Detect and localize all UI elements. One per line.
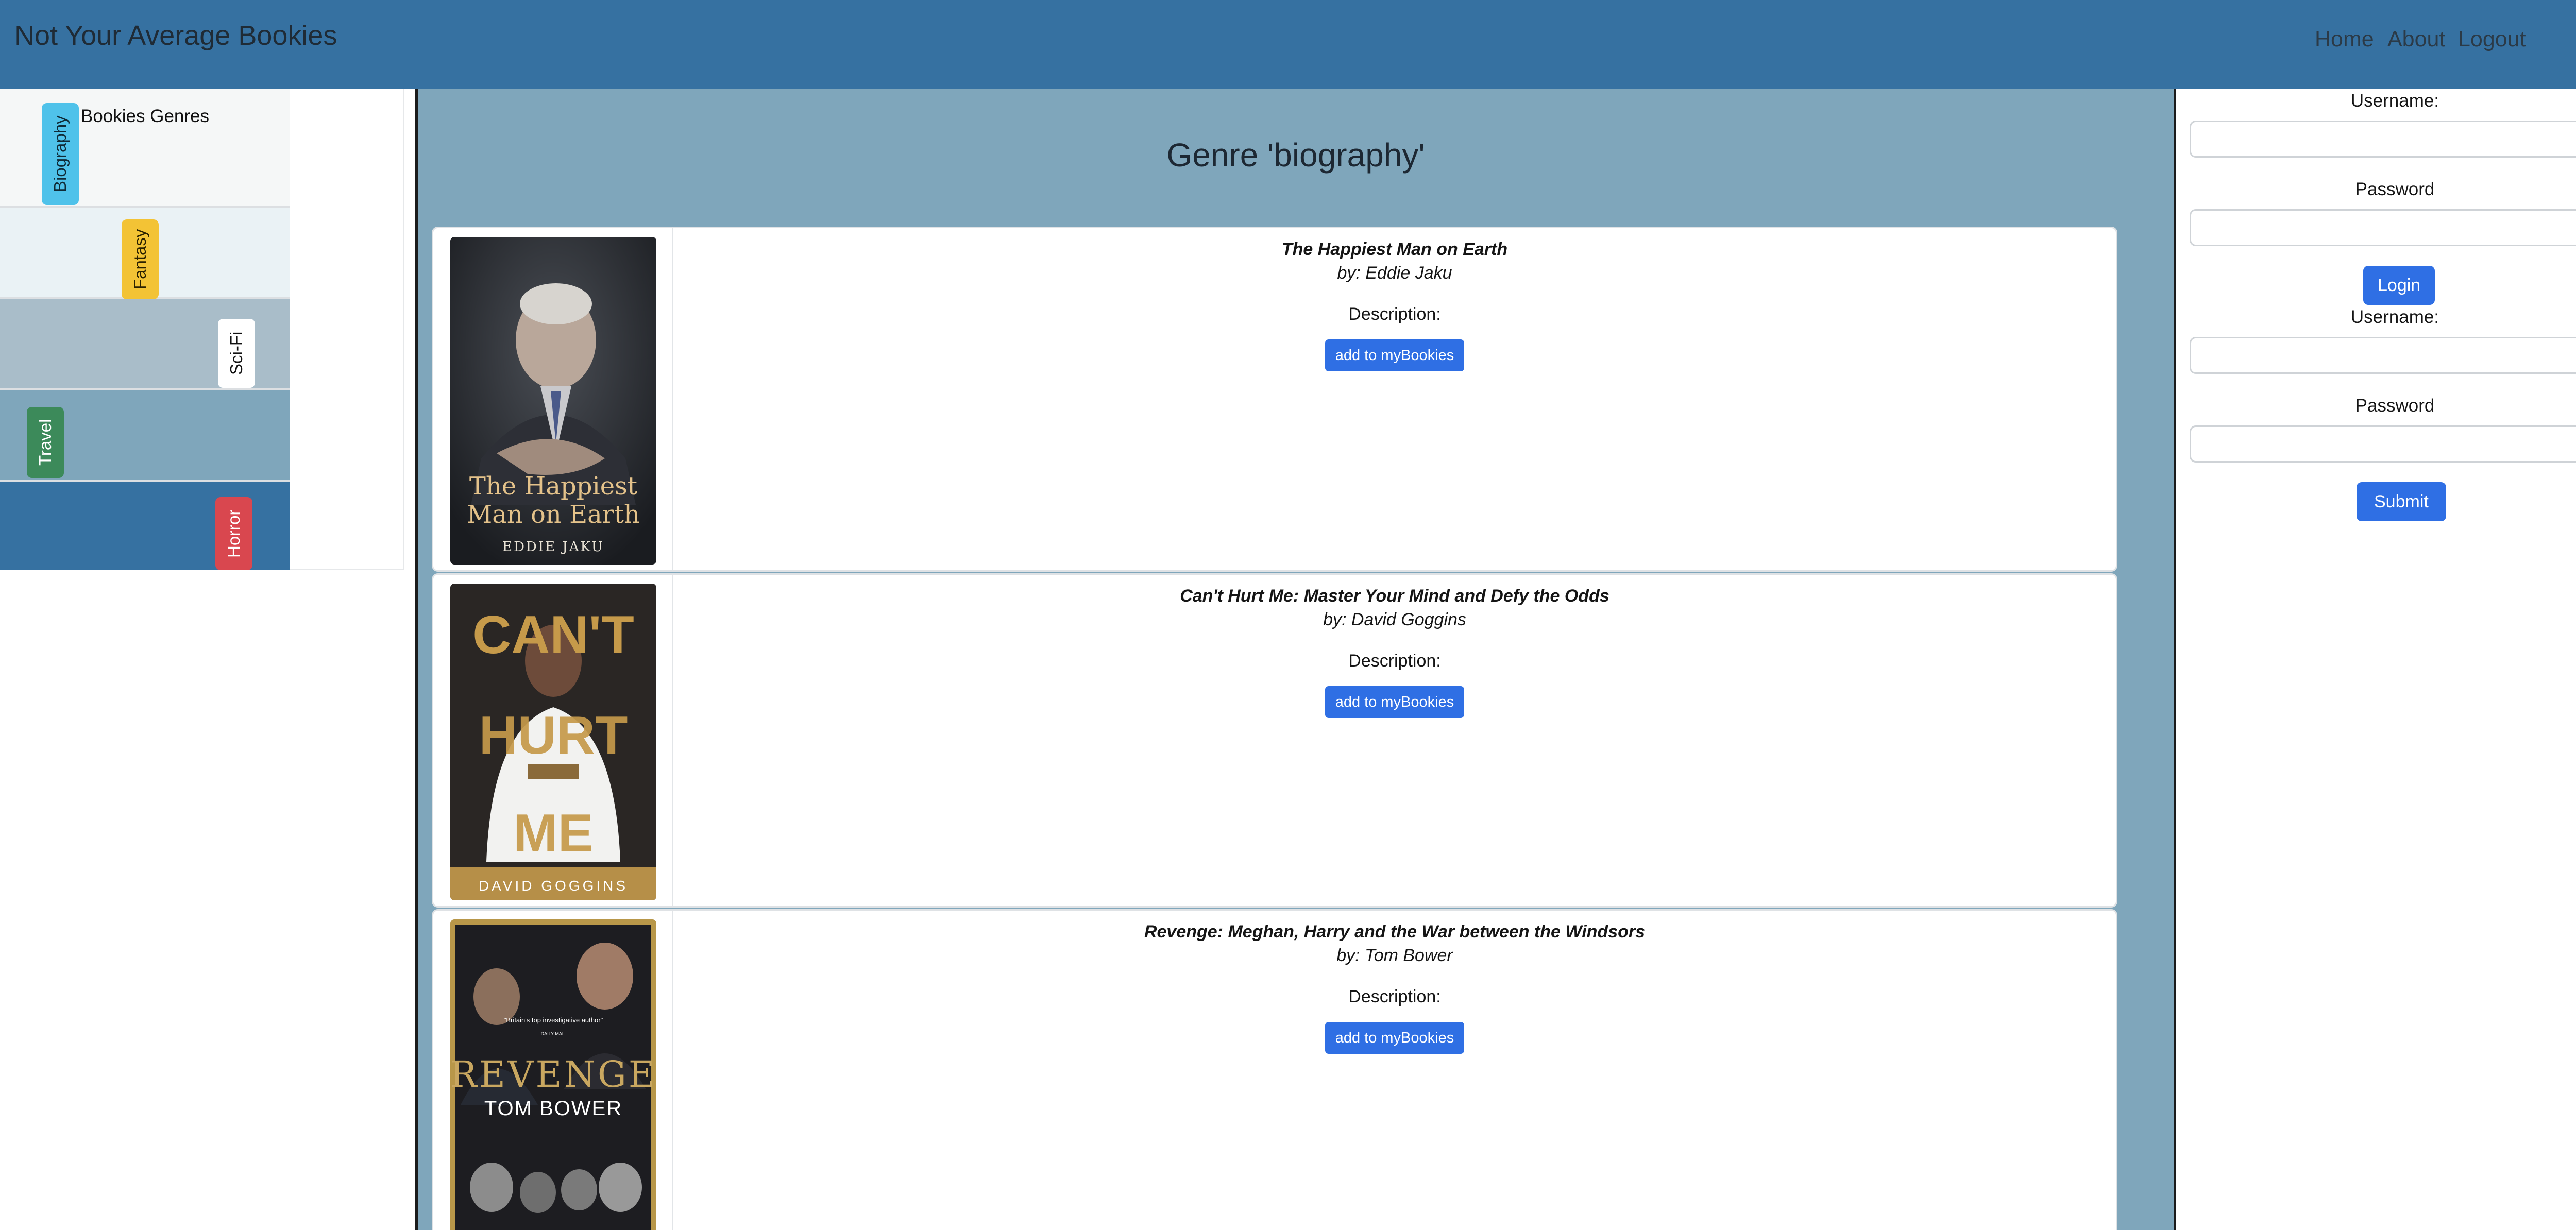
submit-button[interactable]: Submit: [2357, 482, 2446, 521]
cover-title-text: REVENGE: [450, 1053, 656, 1096]
nav-home-link[interactable]: Home: [2315, 26, 2374, 53]
cover-word-3: ME: [513, 804, 594, 863]
book-info: The Happiest Man on Earth by: Eddie Jaku…: [673, 228, 2116, 371]
nav-logout-link[interactable]: Logout: [2458, 26, 2526, 53]
signup-password-label: Password: [2355, 396, 2435, 416]
signup-username-input[interactable]: [2190, 337, 2576, 374]
cover-quote-source: DAILY MAIL: [541, 1031, 566, 1036]
book-card: "Britain's top investigative author" DAI…: [432, 909, 2117, 1230]
cover-author-text: EDDIE JAKU: [502, 539, 604, 555]
cover-title-line1: The Happiest: [469, 472, 637, 501]
book-title: Revenge: Meghan, Harry and the War betwe…: [1144, 922, 1646, 942]
login-username-label: Username:: [2350, 91, 2439, 111]
genre-band-horror: Horror: [0, 482, 290, 570]
add-to-mybookies-button[interactable]: add to myBookies: [1325, 1022, 1465, 1054]
cover-word-2: HURT: [479, 706, 628, 765]
book-description-label: Description:: [1348, 987, 1441, 1006]
brand-title[interactable]: Not Your Average Bookies: [14, 20, 337, 52]
nav-about-link[interactable]: About: [2387, 26, 2445, 53]
genre-band-travel: Travel: [0, 390, 290, 482]
signup-password-input[interactable]: [2190, 425, 2576, 463]
book-author: by: Eddie Jaku: [1337, 263, 1452, 283]
login-password-input[interactable]: [2190, 209, 2576, 246]
genre-tab-fantasy[interactable]: Fantasy: [122, 219, 159, 299]
genre-band-biography: Biography Bookies Genres: [0, 89, 290, 208]
book-cover-image: The Happiest Man on Earth EDDIE JAKU: [450, 237, 656, 565]
main-content: Genre 'biography' The Happiest Man on Ea…: [415, 89, 2176, 1230]
cover-quote-text: "Britain's top investigative author": [504, 1016, 603, 1024]
book-cover-image: CAN'T HURT ME DAVID GOGGINS: [450, 584, 656, 900]
signup-username-label: Username:: [2350, 307, 2439, 327]
cover-title-line2: Man on Earth: [467, 500, 640, 529]
genre-tab-horror[interactable]: Horror: [215, 497, 252, 570]
book-card: The Happiest Man on Earth EDDIE JAKU The…: [432, 227, 2117, 572]
add-to-mybookies-button[interactable]: add to myBookies: [1325, 686, 1465, 718]
book-author: by: Tom Bower: [1336, 946, 1453, 965]
top-navbar: Not Your Average Bookies Home About Logo…: [0, 0, 2576, 89]
book-author: by: David Goggins: [1323, 610, 1466, 629]
cover-author-text: TOM BOWER: [484, 1097, 622, 1120]
genre-band-fantasy: Fantasy: [0, 208, 290, 299]
auth-panel: Username: Password Login Username: Passw…: [2176, 89, 2576, 1230]
book-description-label: Description:: [1348, 651, 1441, 671]
book-info: Can't Hurt Me: Master Your Mind and Defy…: [673, 575, 2116, 718]
genre-tab-scifi[interactable]: Sci-Fi: [218, 319, 255, 388]
genre-band-scifi: Sci-Fi: [0, 299, 290, 390]
genre-tab-travel[interactable]: Travel: [27, 407, 64, 478]
login-password-label: Password: [2355, 179, 2435, 199]
page-title: Genre 'biography': [1166, 136, 1425, 174]
cover-word-1: CAN'T: [472, 605, 634, 665]
cover-author-text: DAVID GOGGINS: [479, 878, 628, 894]
book-info: Revenge: Meghan, Harry and the War betwe…: [673, 911, 2116, 1054]
book-cover-column: The Happiest Man on Earth EDDIE JAKU: [433, 228, 673, 570]
login-button[interactable]: Login: [2363, 266, 2435, 305]
book-cover-column: "Britain's top investigative author" DAI…: [433, 911, 673, 1230]
book-card: CAN'T HURT ME DAVID GOGGINS Can't Hurt M…: [432, 573, 2117, 908]
login-username-input[interactable]: [2190, 121, 2576, 158]
book-title: Can't Hurt Me: Master Your Mind and Defy…: [1180, 586, 1609, 606]
book-description-label: Description:: [1348, 304, 1441, 324]
book-title: The Happiest Man on Earth: [1281, 240, 1508, 259]
genre-tab-biography[interactable]: Biography: [42, 103, 79, 205]
genres-sidebar: Biography Bookies Genres Fantasy Sci-Fi …: [0, 89, 404, 570]
book-cover-image: "Britain's top investigative author" DAI…: [450, 919, 656, 1230]
add-to-mybookies-button[interactable]: add to myBookies: [1325, 339, 1465, 371]
book-cover-column: CAN'T HURT ME DAVID GOGGINS: [433, 575, 673, 906]
genres-title: Bookies Genres: [81, 106, 210, 126]
